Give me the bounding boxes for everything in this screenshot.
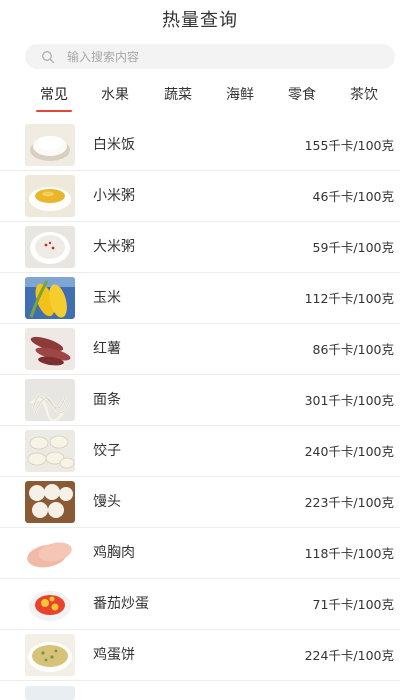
food-name: 鸡蛋饼 bbox=[93, 647, 135, 663]
list-item[interactable]: 番茄炒蛋 71千卡/100克 bbox=[0, 579, 400, 630]
dumplings-photo bbox=[25, 430, 75, 472]
food-name: 白米饭 bbox=[93, 137, 135, 153]
food-calories: 223千卡/100克 bbox=[304, 495, 394, 510]
food-calories: 86千卡/100克 bbox=[312, 342, 394, 357]
tab-seafood[interactable]: 海鲜 bbox=[226, 84, 254, 106]
rice-porridge-photo bbox=[25, 226, 75, 268]
food-calories: 155千卡/100克 bbox=[304, 138, 394, 153]
tab-snacks[interactable]: 零食 bbox=[288, 84, 316, 106]
chicken-breast-photo bbox=[25, 532, 75, 574]
food-name: 面条 bbox=[93, 392, 121, 408]
list-item[interactable]: 大米粥 59千卡/100克 bbox=[0, 222, 400, 273]
food-name: 番茄炒蛋 bbox=[93, 596, 149, 612]
food-calories: 301千卡/100克 bbox=[304, 393, 394, 408]
list-item[interactable] bbox=[0, 681, 400, 700]
tab-common[interactable]: 常见 bbox=[36, 84, 72, 112]
food-list: 白米饭 155千卡/100克 小米粥 46千卡/100克 大米粥 59千卡/10… bbox=[0, 120, 400, 700]
food-name: 鸡胸肉 bbox=[93, 545, 135, 561]
category-tabs: 常见 水果 蔬菜 海鲜 零食 茶饮 bbox=[0, 84, 400, 114]
rice-photo bbox=[25, 124, 75, 166]
search-input[interactable] bbox=[67, 49, 367, 64]
food-name: 大米粥 bbox=[93, 239, 135, 255]
egg-pancake-photo bbox=[25, 634, 75, 676]
food-name: 红薯 bbox=[93, 341, 121, 357]
tomato-egg-photo bbox=[25, 583, 75, 625]
food-name: 玉米 bbox=[93, 290, 121, 306]
calorie-lookup-screen: 热量查询 常见 水果 蔬菜 海鲜 零食 茶饮 白米饭 155千卡/100克 bbox=[0, 0, 400, 700]
food-photo bbox=[25, 686, 75, 700]
noodles-photo bbox=[25, 379, 75, 421]
list-item[interactable]: 玉米 112千卡/100克 bbox=[0, 273, 400, 324]
food-calories: 118千卡/100克 bbox=[304, 546, 394, 561]
millet-porridge-photo bbox=[25, 175, 75, 217]
food-name: 馒头 bbox=[93, 494, 121, 510]
list-item[interactable]: 小米粥 46千卡/100克 bbox=[0, 171, 400, 222]
search-bar[interactable] bbox=[25, 44, 395, 69]
food-calories: 224千卡/100克 bbox=[304, 648, 394, 663]
list-item[interactable]: 鸡胸肉 118千卡/100克 bbox=[0, 528, 400, 579]
steamed-bun-photo bbox=[25, 481, 75, 523]
food-name: 饺子 bbox=[93, 443, 121, 459]
food-calories: 112千卡/100克 bbox=[304, 291, 394, 306]
corn-photo bbox=[25, 277, 75, 319]
food-calories: 46千卡/100克 bbox=[312, 189, 394, 204]
search-icon bbox=[41, 50, 55, 64]
tab-fruit[interactable]: 水果 bbox=[101, 84, 129, 106]
sweet-potato-photo bbox=[25, 328, 75, 370]
list-item[interactable]: 红薯 86千卡/100克 bbox=[0, 324, 400, 375]
food-name: 小米粥 bbox=[93, 188, 135, 204]
food-calories: 240千卡/100克 bbox=[304, 444, 394, 459]
tab-vegetables[interactable]: 蔬菜 bbox=[164, 84, 192, 106]
food-calories: 59千卡/100克 bbox=[312, 240, 394, 255]
list-item[interactable]: 馒头 223千卡/100克 bbox=[0, 477, 400, 528]
page-title: 热量查询 bbox=[162, 10, 238, 31]
list-item[interactable]: 饺子 240千卡/100克 bbox=[0, 426, 400, 477]
list-item[interactable]: 面条 301千卡/100克 bbox=[0, 375, 400, 426]
food-calories: 71千卡/100克 bbox=[312, 597, 394, 612]
list-item[interactable]: 鸡蛋饼 224千卡/100克 bbox=[0, 630, 400, 681]
tab-drinks[interactable]: 茶饮 bbox=[350, 84, 378, 106]
list-item[interactable]: 白米饭 155千卡/100克 bbox=[0, 120, 400, 171]
